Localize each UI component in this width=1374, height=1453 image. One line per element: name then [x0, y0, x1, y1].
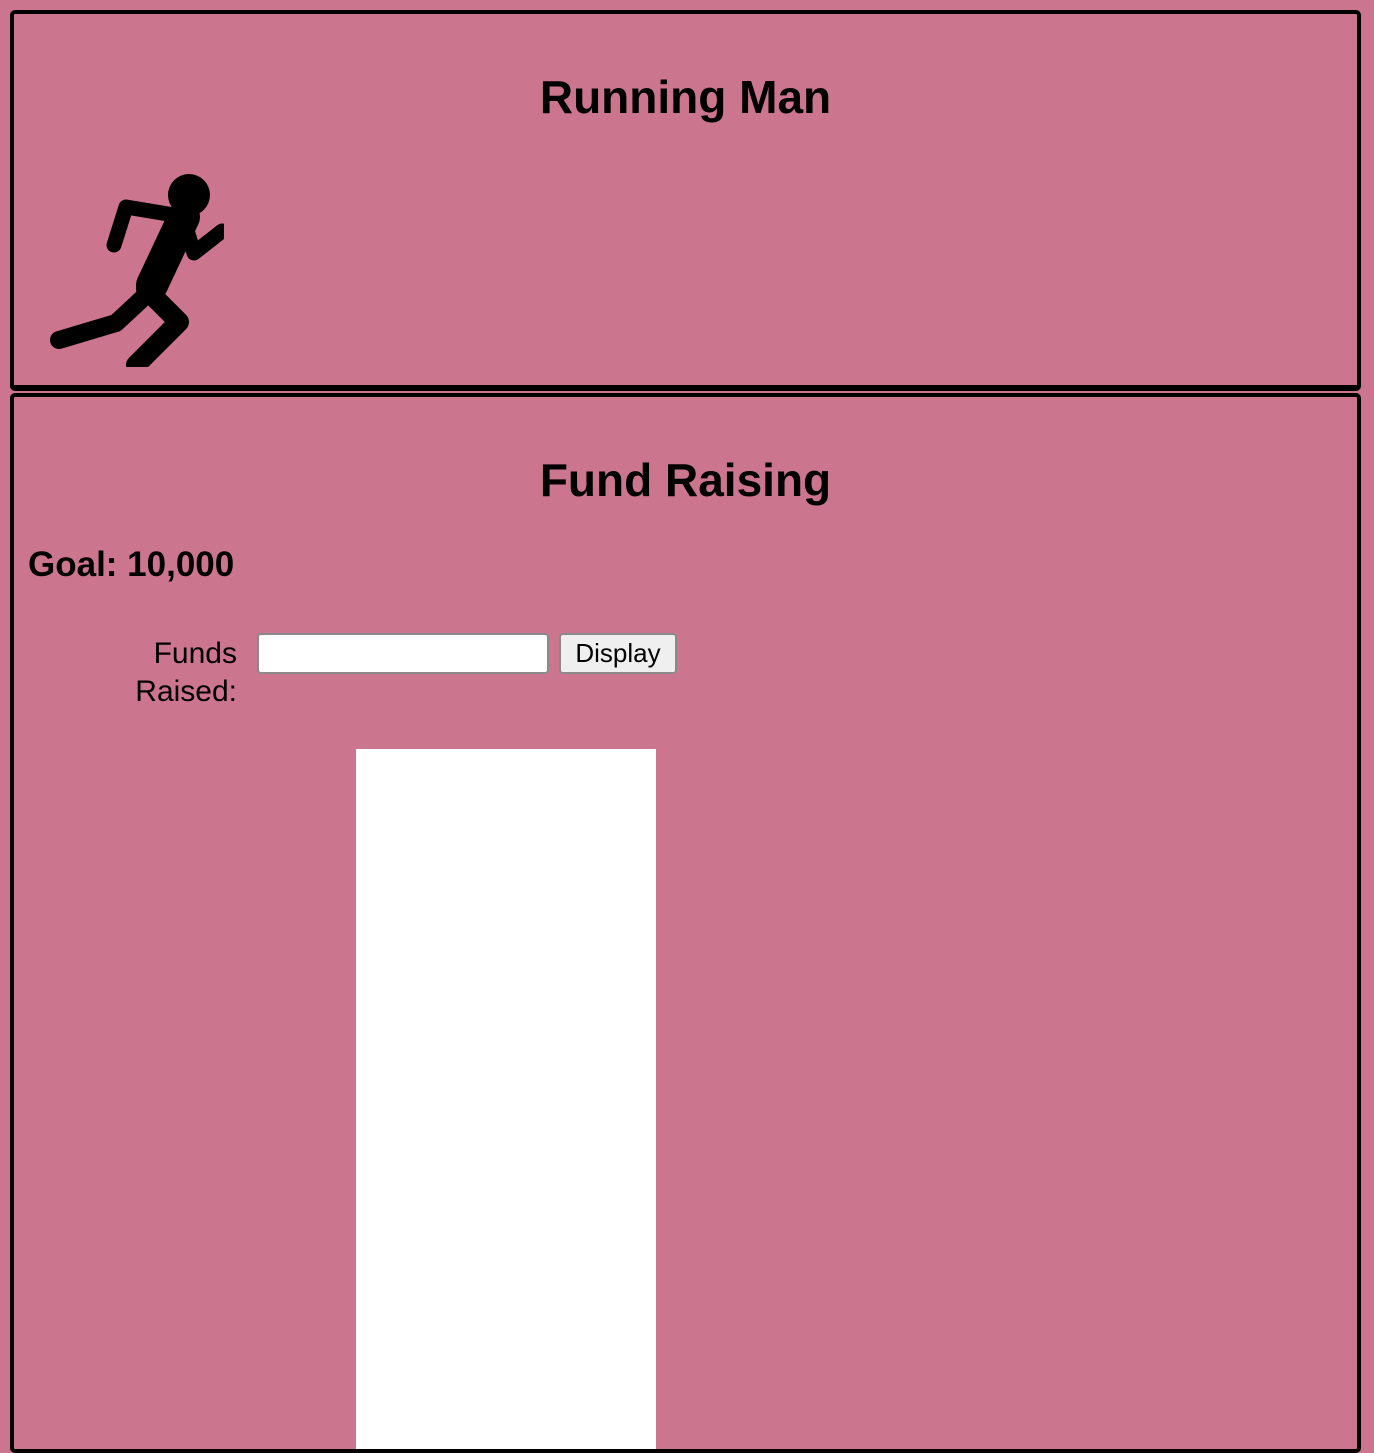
- page-title: Running Man: [539, 71, 832, 123]
- fundraising-title: Fund Raising: [539, 454, 832, 506]
- display-button[interactable]: Display: [559, 633, 677, 674]
- goal-text: Goal: 10,000: [28, 545, 235, 584]
- funds-raised-input[interactable]: [257, 633, 549, 674]
- header-panel: Running Man: [10, 10, 1361, 391]
- running-man-icon: [50, 174, 224, 367]
- funds-raised-label: Funds Raised:: [135, 637, 237, 708]
- fundraising-panel: Fund Raising Goal: 10,000 Funds Raised: …: [10, 393, 1361, 1453]
- fundraising-thermometer: [356, 749, 656, 1449]
